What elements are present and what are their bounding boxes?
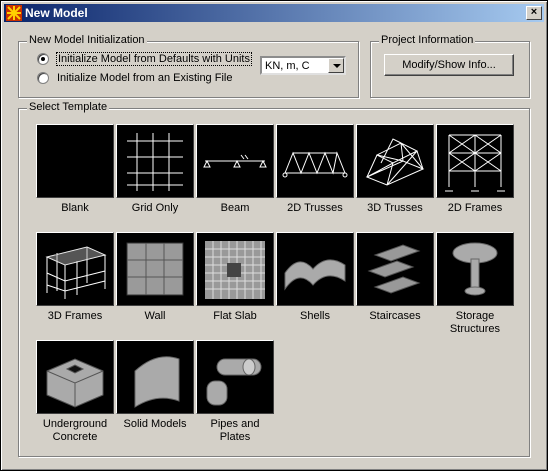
template-tile[interactable]: 3D Frames	[36, 232, 114, 323]
template-label: 3D Frames	[47, 310, 103, 322]
template-tile[interactable]: Wall	[116, 232, 194, 323]
template-tile[interactable]: Shells	[276, 232, 354, 323]
defaults-radio[interactable]	[37, 53, 49, 65]
title-bar: New Model ×	[4, 4, 544, 22]
project-info-group: Project Information Modify/Show Info...	[370, 34, 530, 98]
template-label: Pipes and Plates	[210, 418, 260, 443]
pipes-plates-template-icon[interactable]	[196, 340, 274, 414]
new-model-dialog: New Model × New Model Initialization Ini…	[0, 0, 548, 471]
underground-concrete-template-icon[interactable]	[36, 340, 114, 414]
template-label: Solid Models	[123, 418, 187, 430]
chevron-down-icon[interactable]	[328, 58, 344, 73]
template-label: Shells	[300, 310, 330, 322]
template-tile[interactable]: Staircases	[356, 232, 434, 323]
2d-frame-template-icon[interactable]	[436, 124, 514, 198]
window-title: New Model	[25, 6, 88, 20]
shells-template-icon[interactable]	[276, 232, 354, 306]
units-dropdown[interactable]: KN, m, C	[260, 56, 346, 75]
existing-file-radio[interactable]	[37, 72, 49, 84]
beam-template-icon[interactable]	[196, 124, 274, 198]
flat-slab-template-icon[interactable]	[196, 232, 274, 306]
close-button[interactable]: ×	[526, 6, 542, 20]
template-tile[interactable]: Underground Concrete	[36, 340, 114, 444]
defaults-option-label: Initialize Model from Defaults with Unit…	[56, 52, 252, 66]
template-label: Staircases	[369, 310, 421, 322]
template-tile[interactable]: Solid Models	[116, 340, 194, 431]
model-init-legend: New Model Initialization	[27, 34, 147, 46]
blank-template-icon[interactable]	[36, 124, 114, 198]
project-info-legend: Project Information	[379, 34, 476, 46]
modify-show-info-label: Modify/Show Info...	[402, 59, 496, 71]
template-label: Flat Slab	[213, 310, 257, 322]
template-label: Blank	[61, 202, 89, 214]
template-label: Underground Concrete	[42, 418, 108, 443]
2d-truss-template-icon[interactable]	[276, 124, 354, 198]
existing-file-option-label: Initialize Model from an Existing File	[57, 72, 233, 84]
template-tile[interactable]: 2D Trusses	[276, 124, 354, 215]
existing-file-option[interactable]: Initialize Model from an Existing File	[37, 71, 232, 85]
3d-truss-template-icon[interactable]	[356, 124, 434, 198]
template-label: 3D Trusses	[367, 202, 423, 214]
template-tile[interactable]: 2D Frames	[436, 124, 514, 215]
units-value: KN, m, C	[265, 60, 310, 72]
template-tile[interactable]: 3D Trusses	[356, 124, 434, 215]
template-tile[interactable]: Grid Only	[116, 124, 194, 215]
template-tile[interactable]: Blank	[36, 124, 114, 215]
template-tile[interactable]: Beam	[196, 124, 274, 215]
solid-model-template-icon[interactable]	[116, 340, 194, 414]
template-label: 2D Frames	[447, 202, 503, 214]
storage-structure-template-icon[interactable]	[436, 232, 514, 306]
close-icon: ×	[530, 6, 538, 18]
template-label: Beam	[220, 202, 250, 214]
template-label: Storage Structures	[449, 310, 501, 335]
defaults-option[interactable]: Initialize Model from Defaults with Unit…	[37, 52, 252, 66]
template-tile[interactable]: Storage Structures	[436, 232, 514, 336]
modify-show-info-button[interactable]: Modify/Show Info...	[384, 54, 514, 76]
model-init-group: New Model Initialization Initialize Mode…	[18, 34, 359, 98]
template-label: 2D Trusses	[287, 202, 343, 214]
staircase-template-icon[interactable]	[356, 232, 434, 306]
template-label: Grid Only	[131, 202, 179, 214]
3d-frame-template-icon[interactable]	[36, 232, 114, 306]
template-legend: Select Template	[27, 101, 110, 113]
template-tile[interactable]: Flat Slab	[196, 232, 274, 323]
template-tile[interactable]: Pipes and Plates	[196, 340, 274, 444]
template-group: Select Template Blank Grid Only Beam 2D Tru…	[18, 101, 530, 457]
template-label: Wall	[144, 310, 166, 322]
app-icon	[6, 5, 22, 21]
grid-only-template-icon[interactable]	[116, 124, 194, 198]
wall-template-icon[interactable]	[116, 232, 194, 306]
